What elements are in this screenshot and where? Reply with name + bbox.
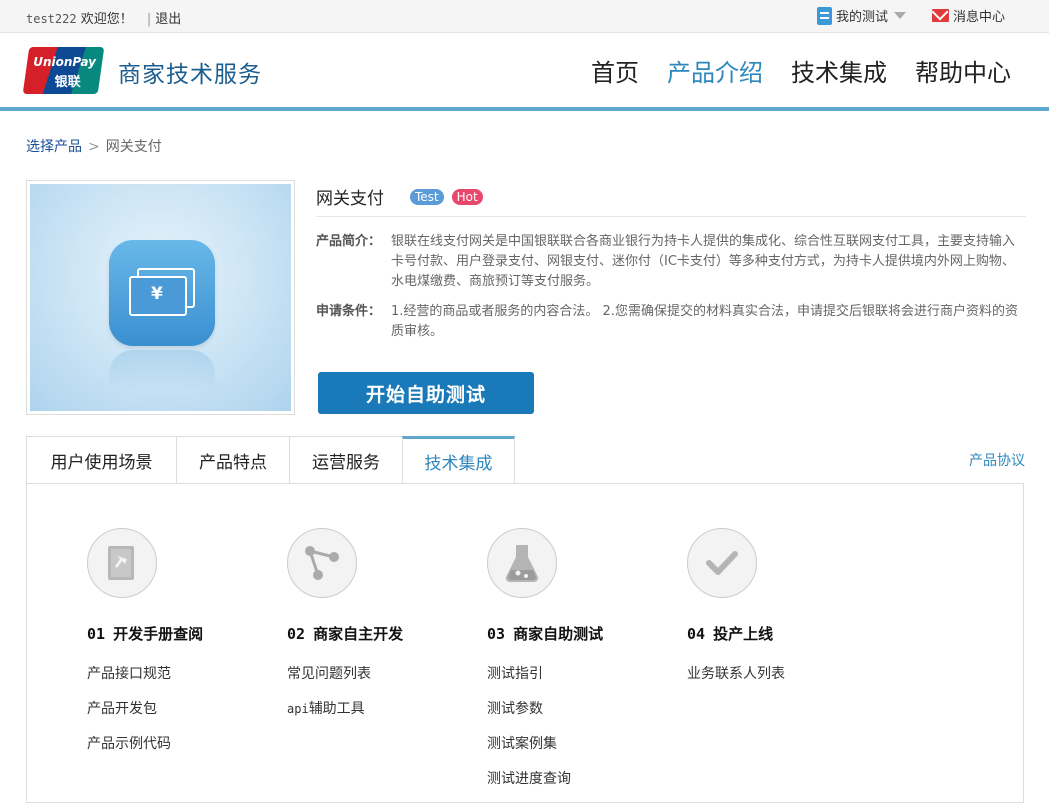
product-conditions: 申请条件： 1.经营的商品或者服务的内容合法。 2.您需确保提交的材料真实合法，… (316, 302, 1026, 342)
nav-integration[interactable]: 技术集成 (791, 53, 887, 88)
chevron-down-icon (893, 12, 906, 19)
breadcrumb-separator: > (88, 139, 100, 155)
link-faq[interactable]: 常见问题列表 (287, 663, 477, 698)
link-dev-kit[interactable]: 产品开发包 (87, 698, 277, 733)
site-header: UnionPay 银联 商家技术服务 首页 产品介绍 技术集成 帮助中心 (0, 33, 1049, 111)
link-interface-spec[interactable]: 产品接口规范 (87, 663, 277, 698)
user-greeting: test222 欢迎您！ | 退出 (26, 8, 181, 27)
product-name: 网关支付 (316, 189, 384, 209)
username: test222 (26, 12, 77, 26)
step-3: 03 商家自助测试 测试指引 测试参数 测试案例集 测试进度查询 (487, 528, 677, 803)
step-title: 商家自主开发 (313, 625, 404, 643)
mail-icon (931, 9, 949, 22)
tab-operations[interactable]: 运营服务 (289, 436, 402, 484)
main-nav: 首页 产品介绍 技术集成 帮助中心 (591, 53, 1011, 88)
link-test-progress[interactable]: 测试进度查询 (487, 768, 677, 803)
step-title: 投产上线 (713, 625, 774, 643)
test-badge: Test (410, 188, 444, 205)
logo-text-top: UnionPay (33, 55, 96, 69)
message-center-link[interactable]: 消息中心 (931, 6, 1005, 25)
my-test-menu[interactable]: 我的测试 (816, 6, 906, 25)
unionpay-logo[interactable]: UnionPay 银联 (22, 47, 105, 94)
link-test-params[interactable]: 测试参数 (487, 698, 677, 733)
link-test-cases[interactable]: 测试案例集 (487, 733, 677, 768)
logo-text-bottom: 银联 (54, 75, 81, 90)
link-test-guide[interactable]: 测试指引 (487, 663, 677, 698)
link-contacts[interactable]: 业务联系人列表 (687, 663, 877, 698)
flask-icon (487, 528, 557, 598)
product-agreement-link[interactable]: 产品协议 (969, 450, 1025, 470)
nav-products[interactable]: 产品介绍 (667, 53, 763, 88)
share-nodes-icon (287, 528, 357, 598)
detail-tabs: 用户使用场景 产品特点 运营服务 技术集成 (26, 436, 515, 484)
intro-label: 产品简介： (316, 234, 382, 249)
manual-icon (87, 528, 157, 598)
hot-badge: Hot (451, 188, 483, 205)
link-sample-code[interactable]: 产品示例代码 (87, 733, 277, 768)
step-title: 开发手册查阅 (113, 625, 204, 643)
tab-integration[interactable]: 技术集成 (402, 436, 515, 484)
step-title: 商家自助测试 (513, 625, 604, 643)
step-1: 01 开发手册查阅 产品接口规范 产品开发包 产品示例代码 (87, 528, 277, 768)
start-self-test-button[interactable]: 开始自助测试 (318, 372, 534, 414)
product-intro: 产品简介： 银联在线支付网关是中国银联联合各商业银行为持卡人提供的集成化、综合性… (316, 232, 1026, 292)
nav-home[interactable]: 首页 (591, 53, 639, 88)
breadcrumb: 选择产品 > 网关支付 (26, 136, 162, 156)
breadcrumb-current: 网关支付 (105, 139, 162, 155)
product-info: 网关支付 Test Hot 产品简介： 银联在线支付网关是中国银联联合各商业银行… (316, 183, 1026, 342)
link-api-tools[interactable]: api辅助工具 (287, 698, 477, 733)
product-image: ¥ (26, 180, 295, 415)
gateway-payment-icon: ¥ (109, 240, 215, 346)
check-icon (687, 528, 757, 598)
message-center-label: 消息中心 (952, 10, 1005, 25)
welcome-text: 欢迎您！ (80, 12, 133, 27)
conditions-text: 1.经营的商品或者服务的内容合法。 2.您需确保提交的材料真实合法，申请提交后银… (391, 304, 1018, 339)
logout-link[interactable]: 退出 (155, 12, 181, 27)
nav-help[interactable]: 帮助中心 (915, 53, 1011, 88)
brand-title: 商家技术服务 (118, 62, 262, 88)
top-bar: test222 欢迎您！ | 退出 我的测试 消息中心 (0, 0, 1049, 33)
conditions-label: 申请条件： (316, 304, 382, 319)
breadcrumb-root[interactable]: 选择产品 (26, 139, 82, 155)
my-test-label: 我的测试 (835, 10, 888, 25)
step-4: 04 投产上线 业务联系人列表 (687, 528, 877, 698)
tab-scenarios[interactable]: 用户使用场景 (26, 436, 176, 484)
separator: | (146, 12, 152, 27)
step-2: 02 商家自主开发 常见问题列表 api辅助工具 (287, 528, 477, 733)
intro-text: 银联在线支付网关是中国银联联合各商业银行为持卡人提供的集成化、综合性互联网支付工… (391, 234, 1016, 289)
test-list-icon (816, 6, 832, 25)
tab-features[interactable]: 产品特点 (176, 436, 289, 484)
integration-panel: 01 开发手册查阅 产品接口规范 产品开发包 产品示例代码 02 商家自主开发 常见… (26, 483, 1024, 803)
